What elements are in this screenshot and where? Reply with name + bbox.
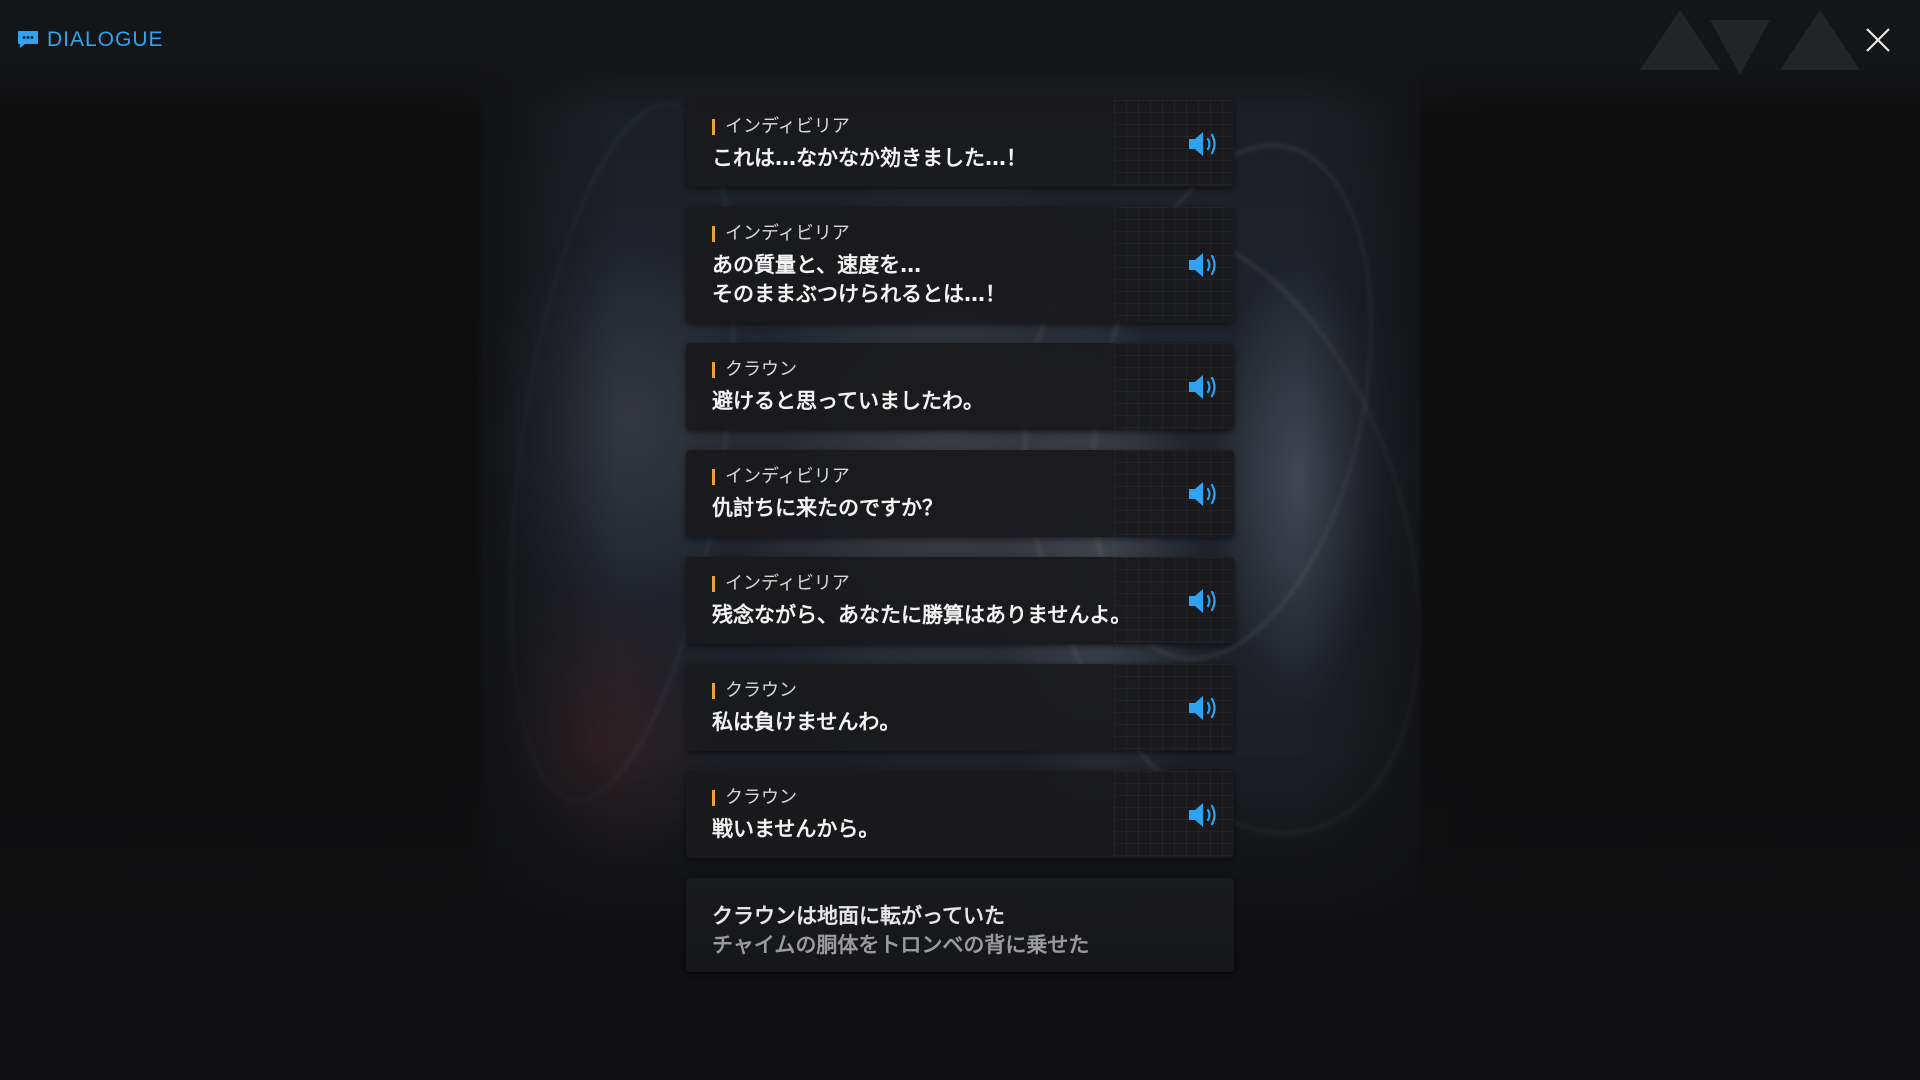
speaker-marker [712,576,715,592]
close-icon [1866,28,1890,52]
voice-replay-button[interactable] [1186,371,1222,403]
dialogue-entry: インディビリア 仇討ちに来たのですか？ [686,450,1234,537]
narration-text-line-2: チャイムの胴体をトロンベの背に乗せた [712,933,1090,957]
speaker-name: インディビリア [725,573,850,594]
speaker-name: クラウン [725,359,797,380]
dialogue-title: DIALOGUE [47,28,164,51]
speaker-name: インディビリア [725,116,850,137]
voice-replay-button[interactable] [1186,249,1222,281]
dialogue-text: 私は負けませんわ。 [712,710,901,734]
voice-replay-button[interactable] [1186,128,1222,160]
speaker-icon [1189,695,1216,720]
speaker-icon [1189,588,1216,613]
speaker-marker [712,683,715,699]
speaker-icon [1189,481,1216,506]
dialogue-text: 残念ながら、あなたに勝算はありませんよ。 [712,603,1132,627]
dialogue-text: これは…なかなか効きました…！ [712,146,1027,170]
speaker-marker [712,362,715,378]
dialogue-text: 避けると思っていましたわ。 [712,389,984,413]
speaker-icon [1189,802,1216,827]
voice-replay-button[interactable] [1186,585,1222,617]
speaker-icon [1189,374,1216,399]
dialogue-log-screen: DIALOGUE インディビリア これは…なかなか効きました…！ インディビリア… [0,0,1920,1080]
dialogue-text: 仇討ちに来たのですか？ [712,496,943,520]
speaker-marker [712,119,715,135]
narration-text-line-1: クラウンは地面に転がっていた [712,904,1005,928]
speaker-marker [712,469,715,485]
speaker-marker [712,226,715,242]
dialogue-entry: インディビリア あの質量と、速度を… そのままぶつけられるとは…！ [686,207,1234,323]
dialogue-entry: クラウン 避けると思っていましたわ。 [686,343,1234,430]
speaker-icon [1189,253,1216,277]
narration-entry: クラウンは地面に転がっていた チャイムの胴体をトロンベの背に乗せた [686,878,1234,972]
dialogue-entry: インディビリア これは…なかなか効きました…！ [686,100,1234,187]
speaker-icon [1189,131,1216,156]
speaker-name: クラウン [725,680,797,701]
corner-decoration [1640,10,1860,75]
dialogue-entry: インディビリア 残念ながら、あなたに勝算はありませんよ。 [686,557,1234,644]
voice-replay-button[interactable] [1186,478,1222,510]
speaker-name: インディビリア [725,223,850,244]
dialogue-log-list[interactable]: インディビリア これは…なかなか効きました…！ インディビリア あの質量と、速度… [686,100,1234,972]
dialogue-entry: クラウン 戦いませんから。 [686,771,1234,858]
speaker-name: インディビリア [725,466,850,487]
dialogue-header: DIALOGUE [17,28,164,52]
dialogue-text: あの質量と、速度を… そのままぶつけられるとは…！ [712,253,1006,306]
chat-bubble-icon [18,31,38,48]
dialogue-entry: クラウン 私は負けませんわ。 [686,664,1234,751]
dialogue-text: 戦いませんから。 [712,817,880,841]
voice-replay-button[interactable] [1186,692,1222,724]
close-button[interactable] [1862,24,1894,56]
voice-replay-button[interactable] [1186,799,1222,831]
speaker-marker [712,790,715,806]
speaker-name: クラウン [725,787,797,808]
